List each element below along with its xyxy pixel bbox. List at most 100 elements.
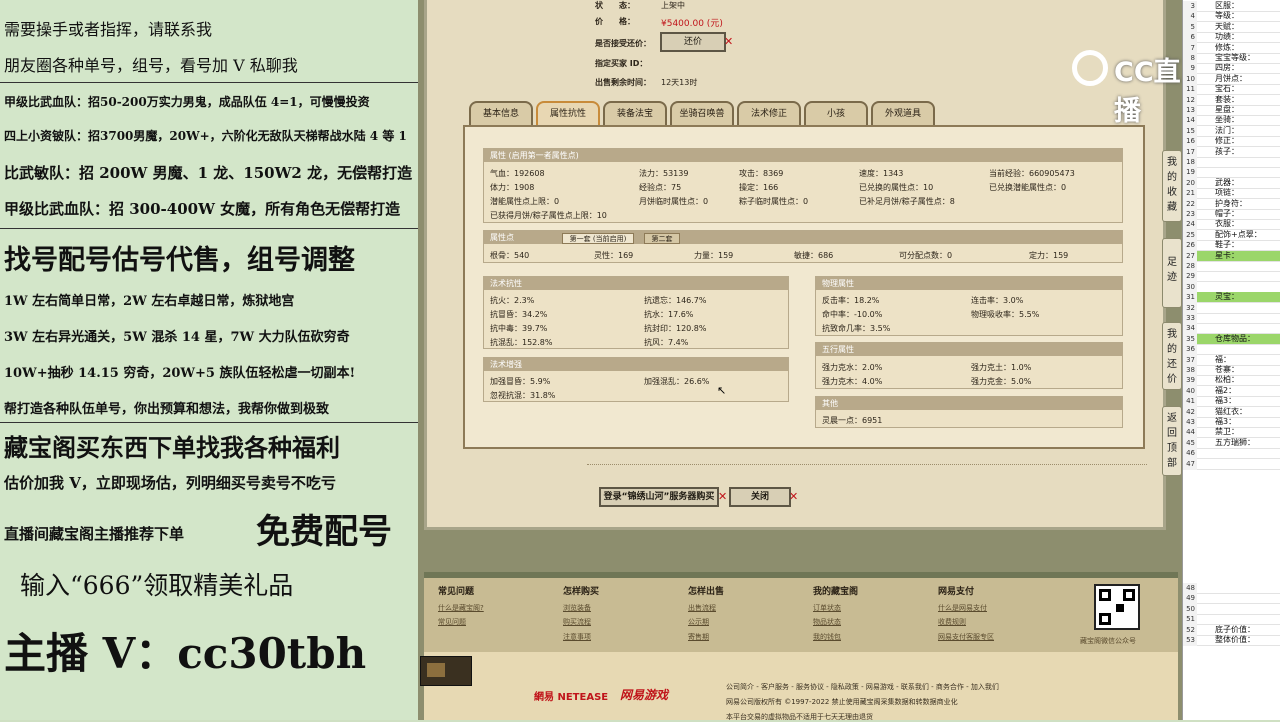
sheet-row[interactable]: 39 松柏： [1183, 375, 1280, 387]
sheet-row[interactable]: 31 灵宝： [1183, 292, 1280, 304]
sheet-cell[interactable]: 仓库物品： [1215, 334, 1255, 344]
sheet-row[interactable]: 33 [1183, 313, 1280, 324]
sheet-cell[interactable]: 星盘： [1215, 105, 1239, 115]
sheet-cell[interactable]: 四房： [1215, 63, 1239, 73]
sheet-cell[interactable]: 法门： [1215, 126, 1239, 136]
footer-link[interactable]: 公示期 [688, 617, 709, 627]
sheet-row[interactable]: 36 [1183, 344, 1280, 356]
bargain-button[interactable]: 还价 [660, 32, 726, 52]
footer-link[interactable]: 浏览装备 [563, 603, 591, 613]
sheet-row[interactable]: 37 福： [1183, 354, 1280, 366]
sheet-cell[interactable]: 宝石： [1215, 84, 1239, 94]
sheet-row[interactable]: 50 [1183, 603, 1280, 615]
sheet-row[interactable]: 27 星卡： [1183, 250, 1280, 262]
sheet-cell[interactable]: 福： [1215, 355, 1231, 365]
close-button[interactable]: 关闭 [729, 487, 791, 507]
footer-link[interactable]: 我的钱包 [813, 632, 841, 642]
sheet-row[interactable]: 18 [1183, 157, 1280, 168]
sheet-cell[interactable]: 功绩： [1215, 32, 1239, 42]
sheet-cell[interactable]: 坐骑： [1215, 115, 1239, 125]
sheet-row[interactable]: 43 福3： [1183, 417, 1280, 428]
sheet-row[interactable]: 26 鞋子： [1183, 240, 1280, 252]
sheet-row[interactable]: 35 仓库物品： [1183, 333, 1280, 345]
sheet-cell[interactable]: 护身符： [1215, 199, 1247, 209]
sheet-cell[interactable]: 松柏： [1215, 375, 1239, 385]
tab-mounts-pets[interactable]: 坐骑召唤兽 [670, 101, 734, 125]
footer-link[interactable]: 什么是藏宝阁? [438, 603, 484, 613]
sheet-cell[interactable]: 项链： [1215, 188, 1239, 198]
sheet-cell[interactable]: 猫红衣： [1215, 407, 1247, 417]
sheet-cell[interactable]: 衣服： [1215, 219, 1239, 229]
sheet-row[interactable]: 16 修正： [1183, 136, 1280, 148]
tab-appearance[interactable]: 外观道具 [871, 101, 935, 125]
sheet-row[interactable]: 49 [1183, 593, 1280, 605]
sheet-cell[interactable]: 区服： [1215, 1, 1239, 11]
sheet-row[interactable]: 48 [1183, 583, 1280, 594]
sheet-cell[interactable]: 武器： [1215, 178, 1239, 188]
sheet-row[interactable]: 32 [1183, 302, 1280, 314]
sidetab-back-top[interactable]: 返回顶部 [1162, 406, 1182, 476]
sheet-row[interactable]: 45 五方瑞狮： [1183, 437, 1280, 449]
sheet-row[interactable]: 42 猫红衣： [1183, 406, 1280, 418]
sheet-cell[interactable]: 宝宝等级： [1215, 53, 1255, 63]
footer-link[interactable]: 寄售期 [688, 632, 709, 642]
sheet-row[interactable]: 7 修炼： [1183, 42, 1280, 54]
sidetab-favorites[interactable]: 我的收藏 [1162, 150, 1182, 222]
footer-link[interactable]: 订单状态 [813, 603, 841, 613]
sheet-cell[interactable]: 禁卫： [1215, 427, 1239, 437]
sheet-row[interactable]: 17 孩子： [1183, 146, 1280, 158]
footer-link[interactable]: 出售流程 [688, 603, 716, 613]
tab-equipment[interactable]: 装备法宝 [603, 101, 667, 125]
points-tab-2[interactable]: 第二套 [644, 233, 680, 244]
sheet-cell[interactable]: 苍寨： [1215, 365, 1239, 375]
sheet-row[interactable]: 47 [1183, 458, 1280, 470]
sheet-cell[interactable]: 星卡： [1215, 251, 1239, 261]
sheet-row[interactable]: 40 福2： [1183, 385, 1280, 397]
sheet-row[interactable]: 6 功绩： [1183, 32, 1280, 44]
sheet-cell[interactable]: 月饼点： [1215, 74, 1247, 84]
tab-basic-info[interactable]: 基本信息 [469, 101, 533, 125]
sheet-row[interactable]: 34 [1183, 323, 1280, 335]
footer-link[interactable]: 物品状态 [813, 617, 841, 627]
sheet-row[interactable]: 28 [1183, 261, 1280, 272]
sheet-cell[interactable]: 套装： [1215, 95, 1239, 105]
sheet-cell[interactable]: 福3： [1215, 396, 1236, 406]
sheet-row[interactable]: 14 坐骑： [1183, 115, 1280, 127]
sheet-row[interactable]: 52 底子价值： [1183, 624, 1280, 636]
sheet-cell[interactable]: 福2： [1215, 386, 1236, 396]
sheet-cell[interactable]: 修正： [1215, 136, 1239, 146]
sheet-cell[interactable]: 鞋子： [1215, 240, 1239, 250]
sheet-row[interactable]: 29 [1183, 271, 1280, 283]
sheet-cell[interactable]: 天赋： [1215, 22, 1239, 32]
sheet-cell[interactable]: 底子价值： [1215, 625, 1255, 635]
sidetab-my-bargain[interactable]: 我的还价 [1162, 322, 1182, 390]
sheet-row[interactable]: 12 套装： [1183, 94, 1280, 106]
tab-skill-fix[interactable]: 法术修正 [737, 101, 801, 125]
footer-link[interactable]: 注意事项 [563, 632, 591, 642]
sheet-row[interactable]: 11 宝石： [1183, 84, 1280, 96]
sheet-row[interactable]: 22 护身符： [1183, 198, 1280, 210]
sidetab-history[interactable]: 足迹 [1162, 238, 1182, 308]
footer-link[interactable]: 网易支付客服专区 [938, 632, 994, 642]
sheet-cell[interactable]: 整体价值： [1215, 635, 1255, 645]
sheet-cell[interactable]: 配饰+点翠： [1215, 230, 1262, 240]
sheet-row[interactable]: 53 整体价值： [1183, 635, 1280, 646]
points-tab-1[interactable]: 第一套 (当前启用) [562, 233, 634, 244]
sheet-cell[interactable]: 等级： [1215, 11, 1239, 21]
footer-link[interactable]: 常见问题 [438, 617, 466, 627]
sheet-cell[interactable]: 修炼： [1215, 43, 1239, 53]
sheet-cell[interactable]: 帽子： [1215, 209, 1239, 219]
sheet-row[interactable]: 24 衣服： [1183, 219, 1280, 231]
sheet-row[interactable]: 44 禁卫： [1183, 427, 1280, 439]
sheet-cell[interactable]: 孩子： [1215, 147, 1239, 157]
sheet-row[interactable]: 51 [1183, 614, 1280, 626]
sheet-row[interactable]: 41 福3： [1183, 396, 1280, 408]
sheet-cell[interactable]: 灵宝： [1215, 292, 1239, 302]
tab-attributes[interactable]: 属性抗性 [536, 101, 600, 125]
sheet-row[interactable]: 19 [1183, 167, 1280, 179]
sheet-row[interactable]: 4 等级： [1183, 11, 1280, 23]
footer-link[interactable]: 购买流程 [563, 617, 591, 627]
sheet-row[interactable]: 46 [1183, 448, 1280, 460]
login-buy-button[interactable]: 登录“锦绣山河”服务器购买 [599, 487, 719, 507]
sheet-cell[interactable]: 五方瑞狮： [1215, 438, 1255, 448]
